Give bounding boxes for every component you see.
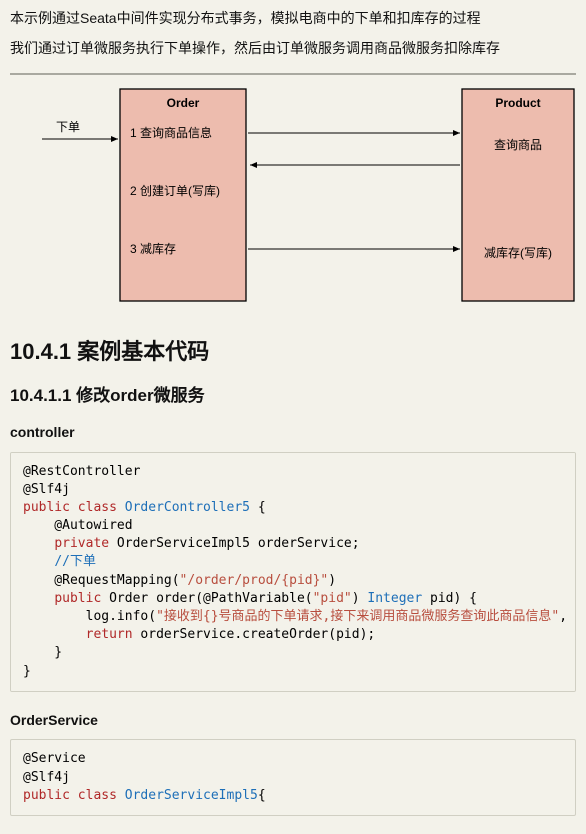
code-block-controller: @RestController @Slf4j public class Orde…	[10, 452, 576, 692]
intro-paragraph-2: 我们通过订单微服务执行下单操作，然后由订单微服务调用商品微服务扣除库存	[10, 38, 576, 60]
order-title: Order	[167, 96, 200, 110]
code-block-orderservice: @Service @Slf4j public class OrderServic…	[10, 739, 576, 816]
heading-controller: controller	[10, 422, 576, 444]
heading-orderservice: OrderService	[10, 710, 576, 732]
heading-10-4-1: 10.4.1 案例基本代码	[10, 335, 576, 369]
product-box	[462, 89, 574, 301]
sequence-diagram: Order 1 查询商品信息 2 创建订单(写库) 3 减库存 Product …	[10, 73, 576, 313]
order-step-3: 3 减库存	[130, 241, 176, 256]
order-step-2: 2 创建订单(写库)	[130, 183, 220, 198]
order-step-1: 1 查询商品信息	[130, 125, 212, 140]
heading-10-4-1-1: 10.4.1.1 修改order微服务	[10, 383, 576, 409]
product-step-1: 查询商品	[494, 137, 542, 152]
intro-paragraph-1: 本示例通过Seata中间件实现分布式事务，模拟电商中的下单和扣库存的过程	[10, 8, 576, 30]
product-title: Product	[495, 96, 540, 110]
arrow-in-label: 下单	[56, 120, 80, 134]
product-step-2: 减库存(写库)	[484, 245, 552, 260]
